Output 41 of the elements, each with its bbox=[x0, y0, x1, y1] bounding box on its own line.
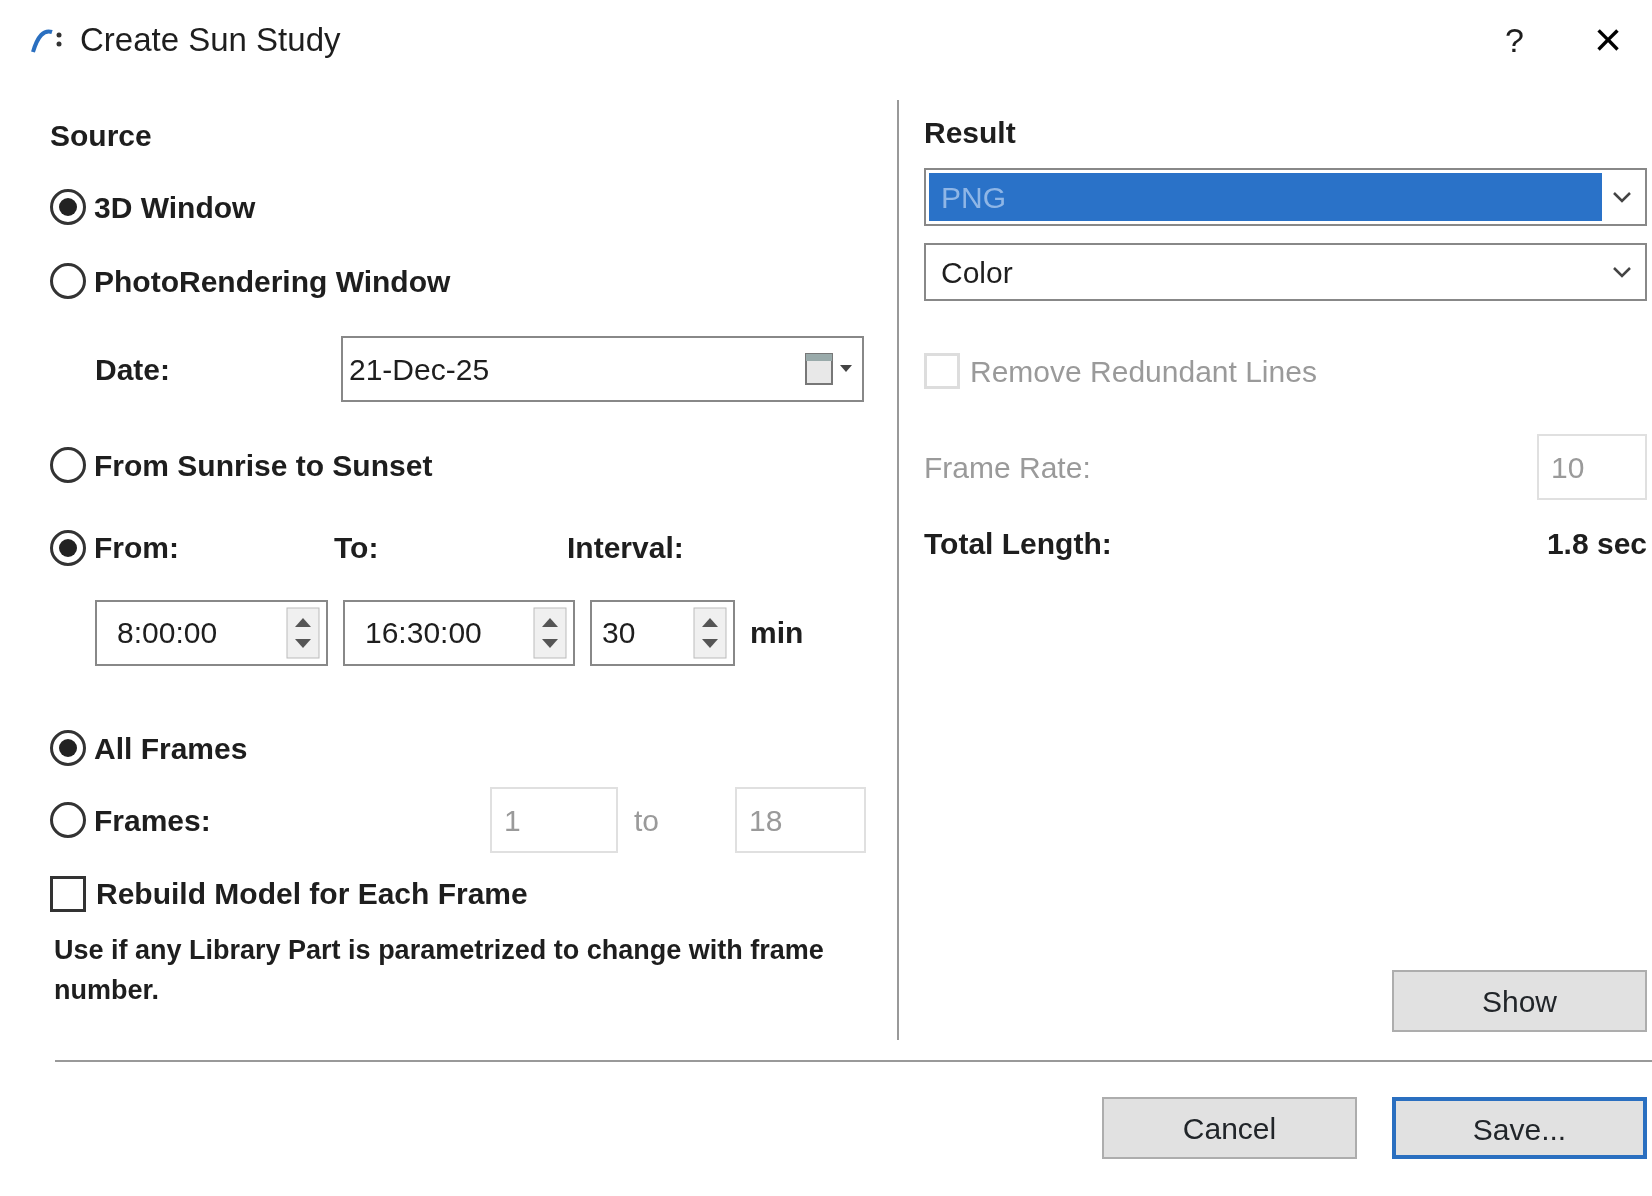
radio-label: From: bbox=[94, 530, 180, 566]
unit-label: min bbox=[750, 615, 804, 651]
field-label: Total Length: bbox=[924, 525, 1112, 562]
time-field[interactable]: 16:30:00 bbox=[343, 599, 575, 666]
radio-button[interactable] bbox=[50, 263, 86, 299]
field-label: Frame Rate: bbox=[924, 449, 1091, 486]
radio-label: From Sunrise to Sunset bbox=[94, 447, 433, 484]
field-label: Date: bbox=[95, 351, 171, 388]
radio-button[interactable] bbox=[50, 189, 86, 225]
window-title: Create Sun Study bbox=[80, 20, 342, 61]
checkbox-label: Remove Redundant Lines bbox=[970, 353, 1317, 390]
dialog-button[interactable]: Cancel bbox=[1102, 1097, 1357, 1159]
radio-label: Frames: bbox=[94, 802, 212, 839]
checkbox-label: Rebuild Model for Each Frame bbox=[96, 876, 528, 912]
spinner-icon bbox=[286, 606, 320, 659]
app-icon bbox=[30, 26, 64, 54]
field-label: To: bbox=[334, 530, 380, 566]
number-field[interactable]: 30 bbox=[590, 599, 735, 666]
spinner-icon bbox=[693, 606, 727, 659]
show-button[interactable]: Show bbox=[1392, 970, 1647, 1032]
dropdown[interactable]: Color bbox=[924, 243, 1647, 301]
value-text: 1.8 sec bbox=[1546, 525, 1647, 562]
radio-button[interactable] bbox=[50, 529, 86, 566]
radio-label: All Frames bbox=[94, 730, 248, 767]
radio-button[interactable] bbox=[50, 730, 86, 766]
field-label: to bbox=[634, 802, 661, 839]
section-heading: Source bbox=[50, 117, 152, 154]
help-text: Use if any Library Part is parametrized to change with frame number. bbox=[53, 934, 825, 1007]
radio-label: PhotoRendering Window bbox=[94, 263, 451, 300]
spinner-icon bbox=[533, 606, 567, 659]
close-button[interactable]: × bbox=[1593, 16, 1622, 64]
field-label: Interval: bbox=[567, 530, 684, 566]
dialog-button[interactable]: Save... bbox=[1392, 1097, 1647, 1159]
checkbox[interactable] bbox=[50, 875, 86, 912]
help-button[interactable]: ? bbox=[1505, 14, 1524, 66]
radio-button[interactable] bbox=[50, 447, 86, 483]
radio-button[interactable] bbox=[50, 802, 86, 838]
radio-label: 3D Window bbox=[94, 189, 256, 226]
date-field[interactable]: 21-Dec-25 bbox=[341, 336, 864, 402]
section-heading: Result bbox=[924, 115, 1016, 151]
time-field[interactable]: 8:00:00 bbox=[95, 599, 328, 666]
